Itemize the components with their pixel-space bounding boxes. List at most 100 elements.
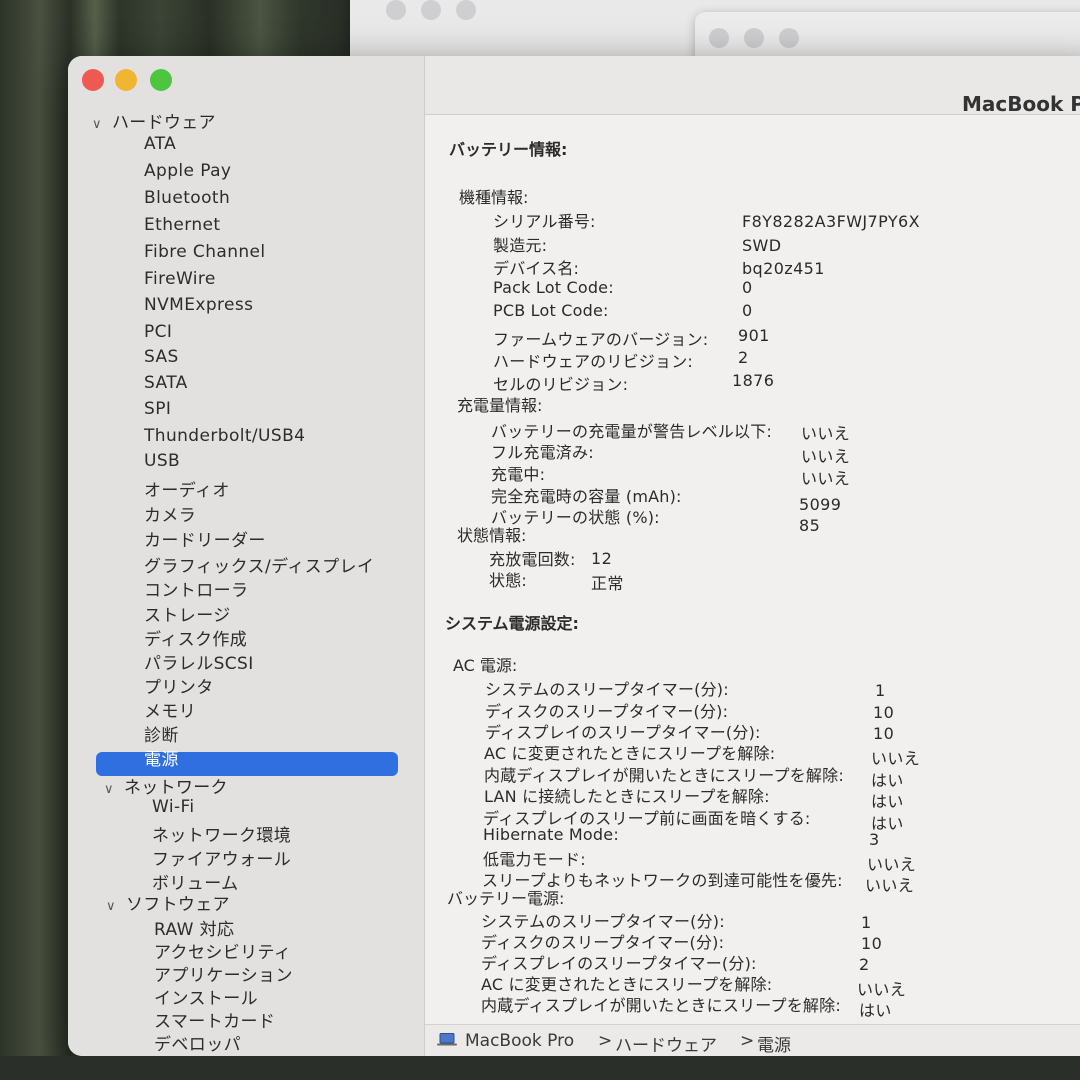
path-separator: > [740, 1031, 755, 1051]
property-value: 10 [873, 703, 895, 722]
property-label: AC に変更されたときにスリープを解除: [484, 744, 776, 763]
property-label: 製造元: [493, 236, 548, 255]
sidebar-item[interactable]: メモリ [144, 697, 196, 722]
minimize-button[interactable] [115, 69, 137, 91]
sidebar-item[interactable]: デベロッパ [154, 1030, 241, 1055]
sidebar: ∨ ハードウェア ATA Apple Pay Bluetooth Ethernet Fibr… [68, 56, 425, 1056]
group-label: バッテリー電源: [447, 889, 565, 908]
laptop-icon [437, 1033, 457, 1046]
sidebar-item[interactable]: Fibre Channel [144, 242, 266, 262]
property-label: シリアル番号: [493, 212, 596, 231]
sidebar-section-label: ハードウェア [112, 113, 216, 133]
sidebar-item[interactable]: ファイアウォール [152, 845, 291, 870]
system-information-window: ∨ ハードウェア ATA Apple Pay Bluetooth Ethernet Fibr… [68, 56, 1080, 1056]
property-value: 5099 [799, 495, 842, 514]
sidebar-section-header[interactable]: ∨ ハードウェア [92, 108, 216, 133]
sidebar-item[interactable]: SPI [144, 399, 171, 419]
section-title-power: システム電源設定: [445, 614, 579, 633]
chevron-down-icon[interactable]: ∨ [92, 117, 106, 132]
sidebar-item[interactable]: USB [144, 451, 180, 471]
property-label: PCB Lot Code: [493, 301, 609, 320]
sidebar-item[interactable]: FireWire [144, 269, 216, 289]
sidebar-item[interactable]: SAS [144, 347, 179, 367]
property-value: はい [871, 792, 904, 811]
ghost-close-button[interactable] [386, 0, 406, 20]
sidebar-item[interactable]: NVMExpress [144, 295, 253, 315]
sidebar-item[interactable]: 診断 [144, 721, 179, 746]
sidebar-item[interactable]: アクセシビリティ [154, 938, 291, 963]
property-label: ファームウェアのバージョン: [493, 330, 709, 349]
property-value: 3 [869, 830, 880, 849]
property-value: F8Y8282A3FWJ7PY6X [742, 212, 920, 231]
zoom-button[interactable] [150, 69, 172, 91]
group-label: 状態情報: [457, 526, 527, 545]
property-value: 2 [859, 955, 870, 974]
property-value: 0 [742, 301, 753, 320]
property-label: LAN に接続したときにスリープを解除: [484, 787, 770, 806]
property-value: 1 [861, 913, 872, 932]
sidebar-item[interactable]: RAW 対応 [154, 915, 234, 940]
sidebar-item[interactable]: コントローラ [144, 576, 248, 601]
sidebar-item[interactable]: 電源 [144, 745, 179, 770]
detail-pane: MacBook Pro バッテリー情報: 機種情報: シリアル番号: F8Y8282A… [425, 56, 1080, 1056]
property-label: ハードウェアのリビジョン: [493, 352, 693, 371]
sidebar-item[interactable]: プリンタ [144, 673, 214, 698]
property-value: 12 [591, 549, 613, 568]
sidebar-item[interactable]: Wi-Fi [152, 797, 195, 817]
sidebar-item[interactable]: ATA [144, 134, 176, 154]
property-value: 正常 [591, 574, 624, 593]
property-label: 内蔵ディスプレイが開いたときにスリープを解除: [481, 996, 841, 1015]
path-item-power[interactable]: 電源 [757, 1031, 791, 1056]
sidebar-item[interactable]: オーディオ [144, 476, 230, 501]
sidebar-item[interactable]: ストレージ [144, 601, 231, 626]
sidebar-section-header[interactable]: ∨ ソフトウェア [106, 890, 230, 915]
property-value: 0 [742, 278, 753, 297]
property-value: SWD [742, 236, 782, 255]
property-value: 901 [738, 326, 770, 345]
property-value: はい [859, 1001, 892, 1020]
sidebar-item[interactable]: Ethernet [144, 215, 220, 235]
property-value: いいえ [801, 447, 851, 466]
property-label: 状態: [489, 571, 527, 590]
sidebar-item[interactable]: Bluetooth [144, 188, 230, 208]
property-value: いいえ [871, 749, 921, 768]
path-item-machine[interactable]: MacBook Pro [465, 1031, 574, 1051]
property-value: 1 [875, 681, 886, 700]
close-button[interactable] [82, 69, 104, 91]
ghost-minimize-button[interactable] [421, 0, 441, 20]
sidebar-item[interactable]: PCI [144, 322, 172, 342]
group-label: 充電量情報: [457, 396, 543, 415]
property-value: いいえ [801, 469, 851, 488]
sidebar-section-header[interactable]: ∨ ネットワーク [104, 773, 228, 798]
property-label: システムのスリープタイマー(分): [485, 680, 729, 699]
sidebar-item[interactable]: カメラ [144, 501, 196, 526]
sidebar-item[interactable]: ディスク作成 [144, 625, 247, 650]
property-value: bq20z451 [742, 259, 825, 278]
path-item-hardware[interactable]: ハードウェア [615, 1031, 717, 1056]
sidebar-item[interactable]: ネットワーク環境 [152, 821, 291, 846]
chevron-down-icon[interactable]: ∨ [106, 899, 120, 914]
sidebar-item[interactable]: スマートカード [154, 1007, 275, 1032]
property-value: 10 [873, 724, 895, 743]
sidebar-item[interactable]: インストール [154, 984, 258, 1009]
property-label: フル充電済み: [491, 443, 594, 462]
sidebar-item[interactable]: アプリケーション [154, 961, 293, 986]
chevron-down-icon[interactable]: ∨ [104, 782, 118, 797]
dock-edge [0, 1056, 1080, 1080]
ghost-zoom-button[interactable] [779, 28, 799, 48]
sidebar-item[interactable]: カードリーダー [144, 526, 266, 551]
sidebar-item[interactable]: グラフィックス/ディスプレイ [144, 552, 374, 577]
path-bar: MacBook Pro > ハードウェア > 電源 [425, 1024, 1080, 1056]
sidebar-item[interactable]: Apple Pay [144, 161, 231, 181]
sidebar-item[interactable]: パラレルSCSI [144, 649, 254, 674]
sidebar-item[interactable]: SATA [144, 373, 188, 393]
ghost-close-button[interactable] [709, 28, 729, 48]
path-separator: > [598, 1031, 613, 1051]
ghost-zoom-button[interactable] [456, 0, 476, 20]
property-value: 1876 [732, 371, 775, 390]
property-label: デバイス名: [493, 259, 580, 278]
group-label: AC 電源: [453, 656, 518, 675]
ghost-minimize-button[interactable] [744, 28, 764, 48]
property-value: いいえ [865, 876, 915, 895]
sidebar-item[interactable]: Thunderbolt/USB4 [144, 426, 305, 446]
